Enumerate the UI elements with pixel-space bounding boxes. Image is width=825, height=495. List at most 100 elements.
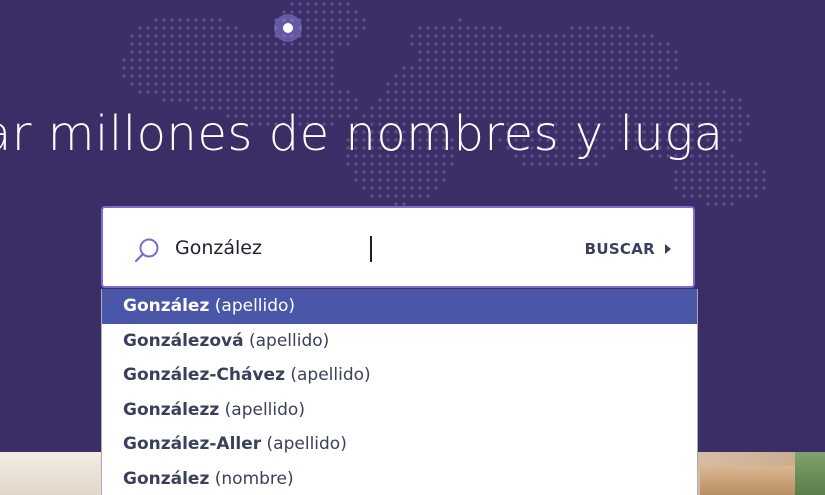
suggestion-item[interactable]: Gonzálezz (apellido) [102, 393, 697, 428]
map-dot [250, 74, 254, 78]
map-dot [290, 98, 294, 102]
map-dot [602, 50, 606, 54]
map-dot [482, 98, 486, 102]
search-input[interactable] [175, 230, 535, 266]
map-dot [314, 82, 318, 86]
map-dot [226, 50, 230, 54]
map-dot [250, 42, 254, 46]
map-dot [562, 74, 566, 78]
suggestion-item[interactable]: González (nombre) [102, 462, 697, 495]
map-dot [306, 50, 310, 54]
map-dot [618, 42, 622, 46]
map-dot [714, 202, 718, 206]
map-dot [298, 98, 302, 102]
map-dot [426, 58, 430, 62]
map-dot [170, 90, 174, 94]
map-dot [690, 98, 694, 102]
map-dot [418, 50, 422, 54]
map-dot [706, 186, 710, 190]
map-dot [522, 50, 526, 54]
map-dot [634, 74, 638, 78]
map-dot [642, 58, 646, 62]
suggestion-item[interactable]: González-Aller (apellido) [102, 427, 697, 462]
map-dot [194, 74, 198, 78]
map-dot [482, 74, 486, 78]
map-dot [594, 50, 598, 54]
map-dot [186, 34, 190, 38]
map-dot [618, 90, 622, 94]
map-dot [418, 82, 422, 86]
map-dot [242, 58, 246, 62]
map-dot [234, 98, 238, 102]
map-dot [722, 98, 726, 102]
map-dot [218, 82, 222, 86]
map-dot [378, 186, 382, 190]
map-dot [194, 26, 198, 30]
map-dot [202, 50, 206, 54]
map-dot [410, 194, 414, 198]
map-dot [306, 2, 310, 6]
map-dot [482, 66, 486, 70]
map-dot [362, 178, 366, 182]
map-dot [578, 58, 582, 62]
map-dot [674, 58, 678, 62]
map-dot [330, 42, 334, 46]
map-dot [530, 58, 534, 62]
map-dot [634, 98, 638, 102]
map-dot [466, 98, 470, 102]
map-dot [482, 50, 486, 54]
map-dot [458, 90, 462, 94]
map-dot [674, 178, 678, 182]
text-caret [370, 236, 372, 262]
map-dot [458, 26, 462, 30]
map-dot [170, 34, 174, 38]
map-dot [546, 58, 550, 62]
map-dot [442, 90, 446, 94]
map-dot [210, 66, 214, 70]
map-dot [570, 66, 574, 70]
map-dot [554, 98, 558, 102]
map-dot [498, 58, 502, 62]
map-dot [554, 50, 558, 54]
map-dot [394, 194, 398, 198]
map-dot [418, 74, 422, 78]
map-dot [242, 66, 246, 70]
map-dot [314, 42, 318, 46]
map-dot [562, 34, 566, 38]
map-dot [482, 34, 486, 38]
suggestion-item[interactable]: González (apellido) [102, 289, 697, 324]
map-dot [594, 26, 598, 30]
map-dot [434, 34, 438, 38]
map-dot [170, 42, 174, 46]
map-dot [594, 74, 598, 78]
background-photo-left [0, 452, 100, 495]
map-dot [298, 10, 302, 14]
map-dot [506, 42, 510, 46]
map-dot [370, 178, 374, 182]
map-dot [586, 42, 590, 46]
map-dot [538, 50, 542, 54]
map-dot [426, 194, 430, 198]
map-dot [186, 42, 190, 46]
map-dot [610, 50, 614, 54]
suggestion-item[interactable]: Gonzálezová (apellido) [102, 324, 697, 359]
map-dot [170, 98, 174, 102]
search-button[interactable]: BUSCAR [585, 234, 671, 264]
map-dot [306, 82, 310, 86]
map-dot [730, 178, 734, 182]
map-dot [610, 42, 614, 46]
suggestion-name: Gonzálezz [123, 399, 220, 420]
map-dot [562, 58, 566, 62]
map-dot [610, 26, 614, 30]
map-dot [650, 74, 654, 78]
map-dot [282, 58, 286, 62]
map-dot [178, 26, 182, 30]
map-dot [226, 74, 230, 78]
map-dot [178, 50, 182, 54]
suggestion-item[interactable]: González-Chávez (apellido) [102, 358, 697, 393]
map-dot [138, 90, 142, 94]
map-dot [474, 98, 478, 102]
caret-right-icon [665, 244, 671, 254]
map-dot [354, 178, 358, 182]
map-dot [202, 18, 206, 22]
